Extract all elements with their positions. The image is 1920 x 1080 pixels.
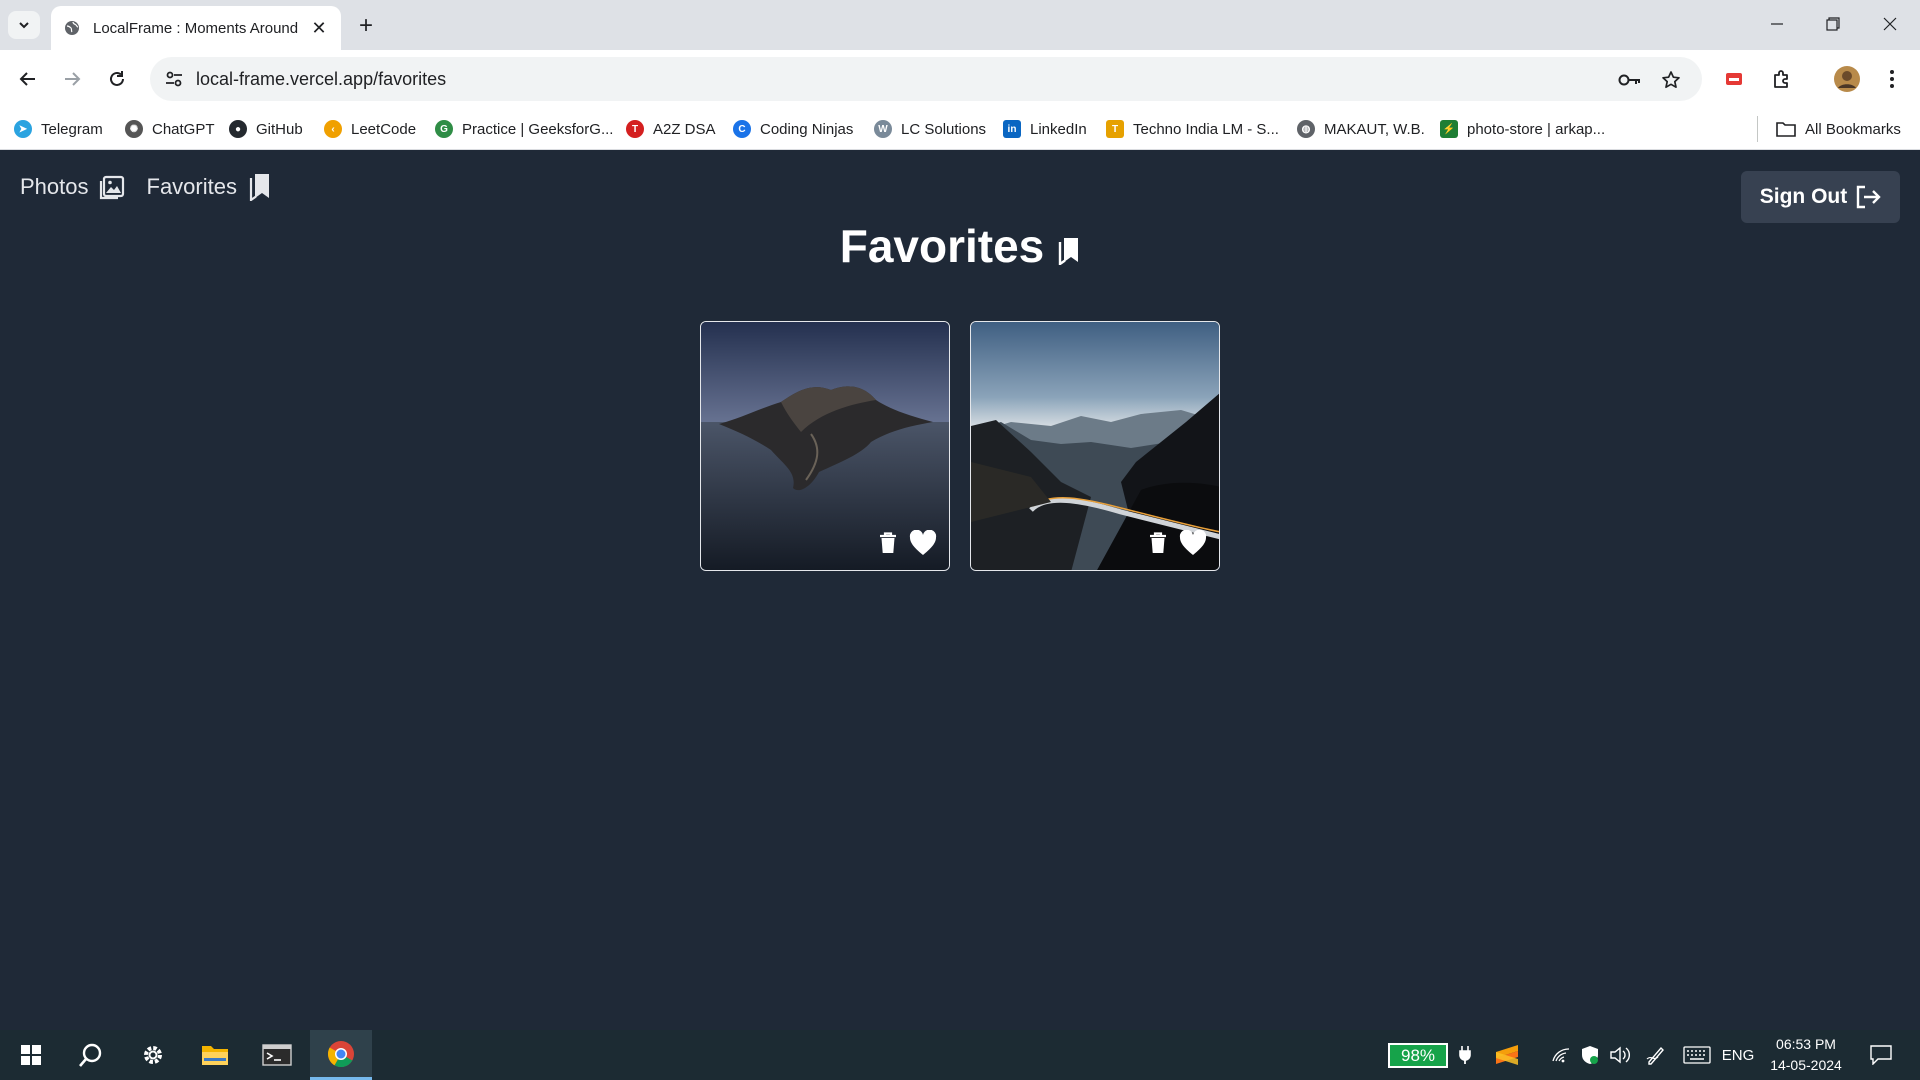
profile-avatar[interactable] (1831, 63, 1863, 95)
favorite-card[interactable] (970, 321, 1220, 571)
techno-india-icon: T (1106, 120, 1124, 138)
windows-start-icon[interactable] (0, 1030, 62, 1080)
volume-icon[interactable] (1609, 1043, 1631, 1067)
globe-icon: ◍ (1297, 120, 1315, 138)
address-bar[interactable]: local-frame.vercel.app/favorites (150, 57, 1702, 101)
forward-arrow-icon[interactable] (56, 63, 88, 95)
bookmarks-divider (1757, 116, 1758, 142)
bookmark-photo-store[interactable]: ⚡ photo-store | arkap... (1440, 118, 1605, 140)
restore-icon[interactable] (1805, 0, 1861, 48)
bookmark-github[interactable]: ● GitHub (229, 118, 303, 140)
notifications-icon[interactable] (1866, 1043, 1896, 1067)
folder-icon (1776, 122, 1796, 137)
bookmark-icon (1059, 238, 1079, 265)
photos-icon (99, 175, 124, 200)
bookmark-coding-ninjas[interactable]: C Coding Ninjas (733, 118, 853, 140)
settings-gear-icon[interactable] (122, 1030, 184, 1080)
new-tab-button[interactable]: + (352, 12, 380, 40)
extensions-puzzle-icon[interactable] (1766, 63, 1798, 95)
favorite-card[interactable] (700, 321, 950, 571)
nav-photos-link[interactable]: Photos (20, 174, 125, 200)
url-text[interactable]: local-frame.vercel.app/favorites (196, 69, 446, 90)
tab-title: LocalFrame : Moments Around (93, 19, 299, 37)
page-title: Favorites (0, 219, 1920, 273)
keyboard-icon[interactable] (1682, 1043, 1712, 1067)
pen-icon[interactable] (1645, 1043, 1667, 1067)
clock-date: 14-05-2024 (1770, 1057, 1842, 1073)
file-explorer-icon[interactable] (184, 1030, 246, 1080)
chevron-down-icon (19, 22, 29, 29)
chrome-icon[interactable] (310, 1030, 372, 1080)
key-icon[interactable] (1617, 67, 1643, 93)
card-actions (867, 530, 937, 556)
bookmark-lc-solutions[interactable]: W LC Solutions (874, 118, 986, 140)
browser-tab-active[interactable]: LocalFrame : Moments Around ✕ (51, 6, 341, 50)
chatgpt-icon: ✺ (125, 120, 143, 138)
bookmark-telegram[interactable]: ➤ Telegram (14, 118, 103, 140)
photo-store-icon: ⚡ (1440, 120, 1458, 138)
browser-tab-strip: LocalFrame : Moments Around ✕ + (0, 0, 1920, 50)
back-arrow-icon[interactable] (12, 63, 44, 95)
close-window-icon[interactable] (1862, 0, 1918, 48)
battery-indicator[interactable]: 98% (1388, 1043, 1448, 1068)
linkedin-icon: in (1003, 120, 1021, 138)
search-icon[interactable] (60, 1030, 122, 1080)
kebab-menu-icon[interactable] (1876, 63, 1908, 95)
wifi-icon[interactable] (1551, 1043, 1571, 1067)
all-bookmarks-button[interactable]: All Bookmarks (1776, 118, 1901, 140)
heart-icon[interactable] (909, 530, 937, 556)
windows-taskbar: 98% ENG 06:53 PM 14-05-2024 (0, 1030, 1920, 1080)
close-tab-icon[interactable]: ✕ (309, 18, 329, 38)
bookmark-chatgpt[interactable]: ✺ ChatGPT (125, 118, 215, 140)
telegram-icon: ➤ (14, 120, 32, 138)
browser-toolbar: local-frame.vercel.app/favorites (0, 50, 1920, 108)
globe-icon (63, 19, 81, 37)
terminal-icon[interactable] (246, 1030, 308, 1080)
bookmark-techno-india[interactable]: T Techno India LM - S... (1106, 118, 1279, 140)
app-page: Photos Favorites Sign Out Favorites (0, 151, 1920, 1030)
tuf-icon: T (626, 120, 644, 138)
tab-search-button[interactable] (8, 11, 40, 39)
sublime-text-icon[interactable] (1490, 1043, 1524, 1067)
bookmark-makaut[interactable]: ◍ MAKAUT, W.B. (1297, 118, 1425, 140)
app-nav: Photos Favorites (20, 173, 293, 201)
bookmark-linkedin[interactable]: in LinkedIn (1003, 118, 1087, 140)
bookmarks-bar: ➤ Telegram ✺ ChatGPT ● GitHub ‹ LeetCode G Pr… (0, 108, 1920, 150)
nav-favorites-link[interactable]: Favorites (147, 173, 271, 201)
sign-out-icon (1857, 185, 1881, 209)
geeksforgeeks-icon: G (435, 120, 453, 138)
minimize-icon[interactable] (1749, 0, 1805, 48)
heart-icon[interactable] (1179, 530, 1207, 556)
clock[interactable]: 06:53 PM 14-05-2024 (1756, 1034, 1856, 1076)
power-plug-icon (1456, 1043, 1474, 1067)
clock-time: 06:53 PM (1776, 1036, 1836, 1052)
bookmark-a2z-dsa[interactable]: T A2Z DSA (626, 118, 716, 140)
bookmark-leetcode[interactable]: ‹ LeetCode (324, 118, 416, 140)
trash-icon[interactable] (879, 532, 897, 554)
security-shield-icon[interactable] (1580, 1043, 1600, 1067)
coding-ninjas-icon: C (733, 120, 751, 138)
extension-red-icon[interactable] (1718, 63, 1750, 95)
card-actions (1137, 530, 1207, 556)
bookmark-icon (249, 174, 269, 201)
star-icon[interactable] (1658, 67, 1684, 93)
walkccc-icon: W (874, 120, 892, 138)
site-settings-icon[interactable] (162, 67, 186, 91)
reload-icon[interactable] (101, 63, 133, 95)
bookmark-geeksforgeeks[interactable]: G Practice | GeeksforG... (435, 118, 613, 140)
language-indicator[interactable]: ENG (1721, 1043, 1755, 1067)
leetcode-icon: ‹ (324, 120, 342, 138)
sign-out-button[interactable]: Sign Out (1741, 171, 1900, 223)
github-icon: ● (229, 120, 247, 138)
trash-icon[interactable] (1149, 532, 1167, 554)
